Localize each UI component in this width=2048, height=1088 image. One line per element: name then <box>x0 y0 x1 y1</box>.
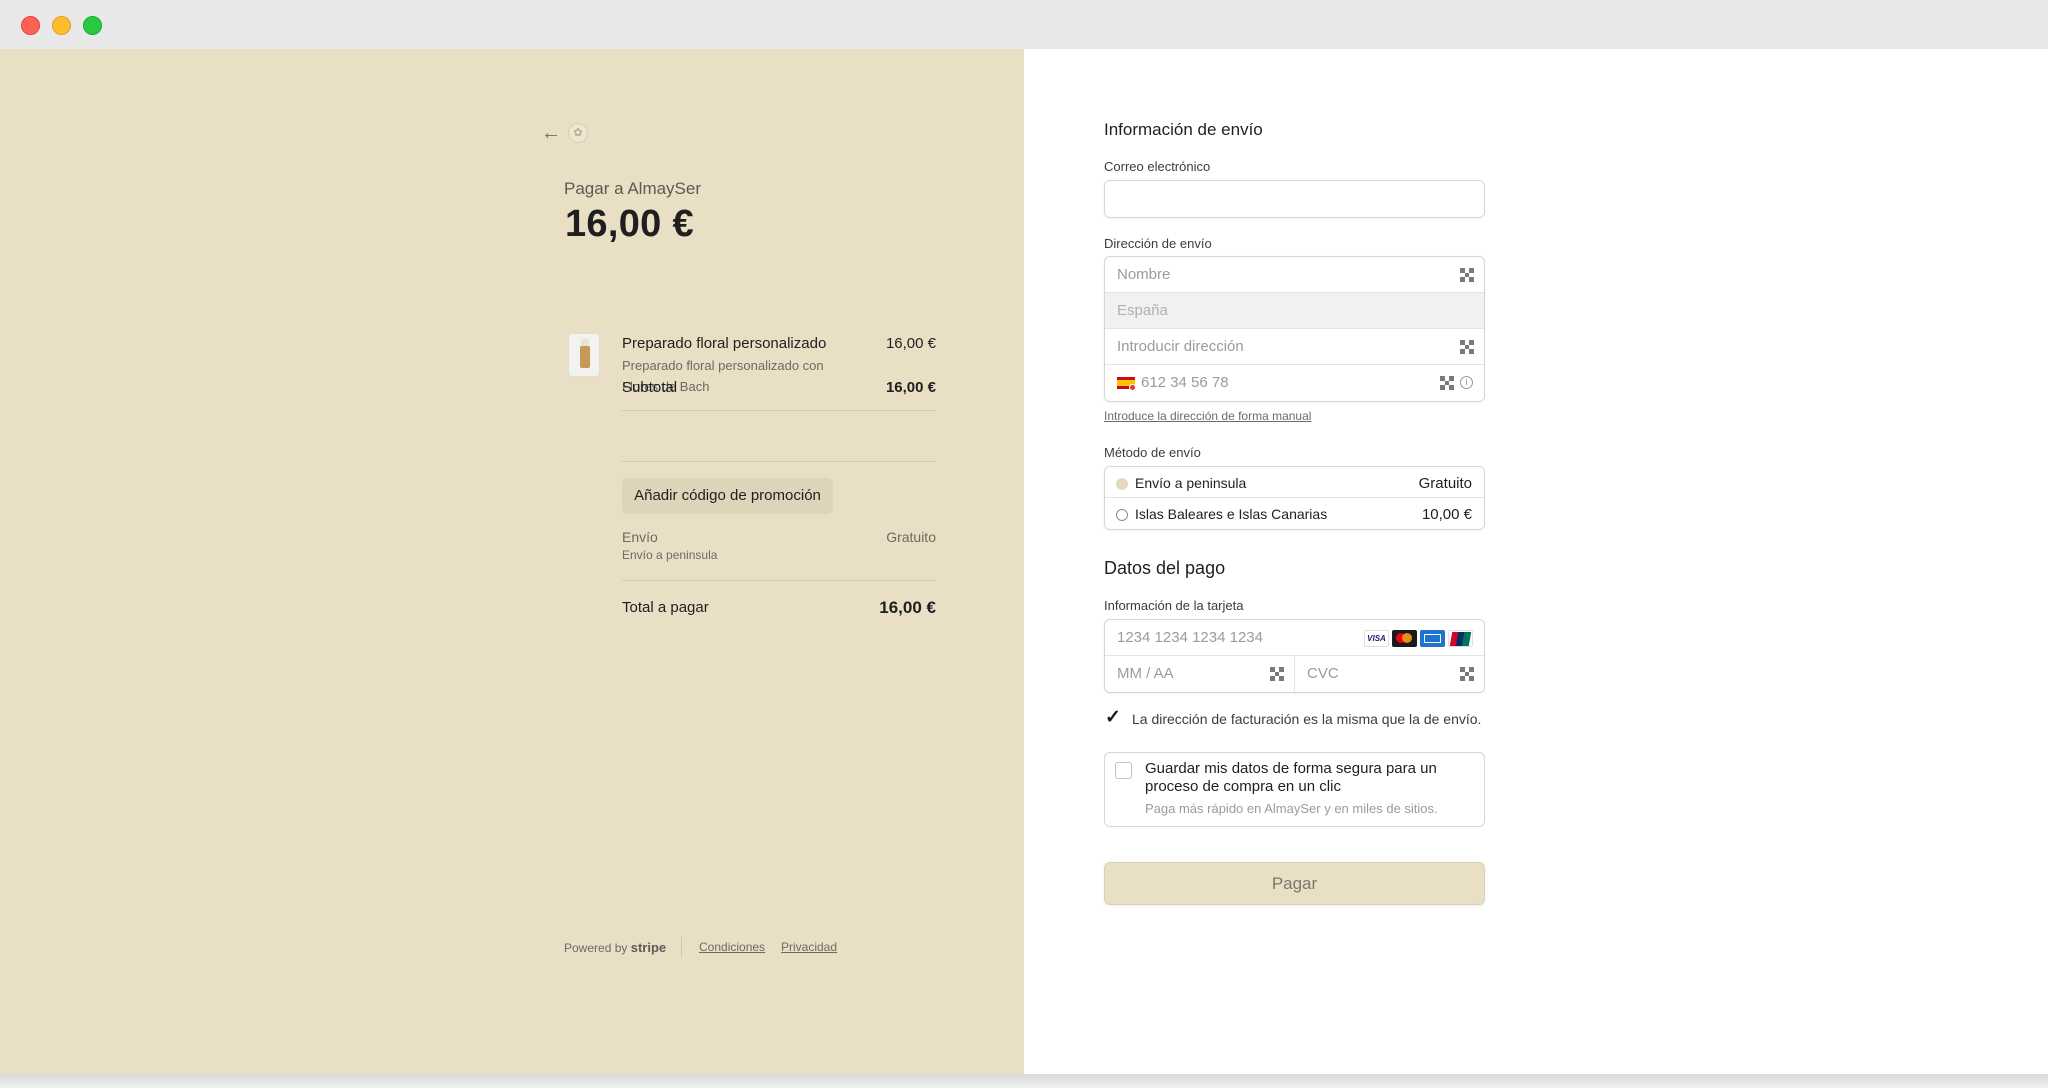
maximize-window-button[interactable] <box>83 16 102 35</box>
terms-link[interactable]: Condiciones <box>699 940 765 954</box>
save-info-box[interactable]: Guardar mis datos de forma segura para u… <box>1104 752 1485 827</box>
autofill-icon[interactable] <box>1460 667 1474 681</box>
country-field[interactable]: España <box>1105 293 1484 329</box>
cvc-field[interactable]: CVC <box>1295 656 1484 692</box>
autofill-icon[interactable] <box>1460 340 1474 354</box>
email-field[interactable] <box>1104 180 1485 218</box>
autofill-icon[interactable] <box>1270 667 1284 681</box>
country-placeholder: España <box>1117 302 1168 319</box>
mastercard-icon <box>1392 630 1417 647</box>
divider <box>622 580 936 581</box>
shipping-option-label: Islas Baleares e Islas Canarias <box>1135 506 1328 522</box>
stripe-logo: stripe <box>630 940 667 955</box>
order-summary-pane: ← ✿ Pagar a AlmaySer 16,00 € Preparado f… <box>0 49 1024 1074</box>
card-number-placeholder: 1234 1234 1234 1234 <box>1117 629 1263 646</box>
privacy-link[interactable]: Privacidad <box>781 940 837 954</box>
name-field[interactable]: Nombre <box>1105 257 1484 293</box>
pay-to-label: Pagar a AlmaySer <box>564 179 702 198</box>
shipping-value: Gratuito <box>886 529 936 545</box>
card-number-field[interactable]: 1234 1234 1234 1234 VISA <box>1105 620 1484 656</box>
phone-field[interactable]: 612 34 56 78 i <box>1105 365 1484 401</box>
shipping-option-label: Envío a peninsula <box>1135 475 1247 491</box>
checkmark-icon: ✓ <box>1105 707 1121 728</box>
shipping-method-name: Envío a peninsula <box>622 548 718 562</box>
phone-placeholder: 612 34 56 78 <box>1141 374 1229 391</box>
email-label: Correo electrónico <box>1104 159 1211 174</box>
divider <box>622 461 936 462</box>
card-expiry-cvc-row: MM / AA CVC <box>1105 656 1484 692</box>
shipping-method-label: Método de envío <box>1104 445 1201 460</box>
shipping-option-islands[interactable]: Islas Baleares e Islas Canarias 10,00 € <box>1105 498 1484 529</box>
window-titlebar <box>0 0 2048 49</box>
address-field[interactable]: Introducir dirección <box>1105 329 1484 365</box>
shipping-option-price: 10,00 € <box>1421 506 1472 523</box>
window-shadow <box>0 1074 2048 1088</box>
total-due-label: Total a pagar <box>622 599 709 616</box>
cvc-placeholder: CVC <box>1307 665 1339 682</box>
spain-flag-icon[interactable] <box>1117 377 1136 391</box>
shipping-label: Envío <box>622 529 658 545</box>
save-info-subtitle: Paga más rápido en AlmaySer y en miles d… <box>1145 801 1438 816</box>
address-placeholder: Introducir dirección <box>1117 338 1244 355</box>
arrow-left-icon[interactable]: ← <box>541 122 561 145</box>
expiry-placeholder: MM / AA <box>1117 665 1174 682</box>
visa-icon: VISA <box>1364 630 1389 647</box>
add-promo-code-button[interactable]: Añadir código de promoción <box>622 478 833 514</box>
shipping-address-group: Nombre España Introducir dirección 612 3… <box>1104 256 1485 402</box>
billing-same-checkbox[interactable]: ✓ <box>1104 707 1121 728</box>
card-brands: VISA <box>1364 630 1474 648</box>
divider <box>622 410 936 411</box>
shipping-address-label: Dirección de envío <box>1104 236 1212 251</box>
unionpay-icon <box>1448 630 1473 647</box>
total-amount: 16,00 € <box>565 203 694 245</box>
expiry-field[interactable]: MM / AA <box>1105 656 1295 692</box>
save-info-checkbox[interactable] <box>1115 762 1132 779</box>
minimize-window-button[interactable] <box>52 16 71 35</box>
name-placeholder: Nombre <box>1117 266 1171 283</box>
card-info-label: Información de la tarjeta <box>1104 598 1244 613</box>
total-due-value: 16,00 € <box>879 598 936 617</box>
shipping-info-title: Información de envío <box>1104 120 1263 139</box>
shipping-option-peninsula[interactable]: Envío a peninsula Gratuito <box>1105 467 1484 498</box>
billing-same-label: La dirección de facturación es la misma … <box>1132 711 1482 727</box>
powered-by-stripe[interactable]: Powered by stripe <box>564 940 666 955</box>
radio-unselected[interactable] <box>1116 509 1128 521</box>
info-icon[interactable]: i <box>1460 376 1473 389</box>
card-input-group: 1234 1234 1234 1234 VISA MM / AA CVC <box>1104 619 1485 693</box>
shipping-option-price: Gratuito <box>1418 475 1472 492</box>
autofill-icon[interactable] <box>1460 268 1474 282</box>
powered-by-text: Powered by <box>564 941 628 955</box>
radio-selected[interactable] <box>1116 478 1128 490</box>
amex-icon <box>1420 630 1445 647</box>
checkout-window: ← ✿ Pagar a AlmaySer 16,00 € Preparado f… <box>0 49 2048 1074</box>
autofill-icon[interactable] <box>1440 376 1454 390</box>
shipping-method-group: Envío a peninsula Gratuito Islas Baleare… <box>1104 466 1485 530</box>
product-price: 16,00 € <box>885 335 936 352</box>
manual-address-link[interactable]: Introduce la dirección de forma manual <box>1104 409 1311 423</box>
pay-button[interactable]: Pagar <box>1104 862 1485 905</box>
payment-details-title: Datos del pago <box>1104 558 1226 578</box>
subtotal-label: Subtotal <box>622 379 678 396</box>
product-name: Preparado floral personalizado <box>622 335 827 352</box>
subtotal-value: 16,00 € <box>885 379 936 396</box>
shop-logo: ✿ <box>568 123 588 143</box>
bottle-icon <box>580 346 590 368</box>
close-window-button[interactable] <box>21 16 40 35</box>
payment-form-pane: Información de envío Correo electrónico … <box>1024 49 2048 1074</box>
product-image <box>568 333 600 377</box>
footer-separator <box>681 937 682 957</box>
save-info-title: Guardar mis datos de forma segura para u… <box>1145 760 1437 795</box>
